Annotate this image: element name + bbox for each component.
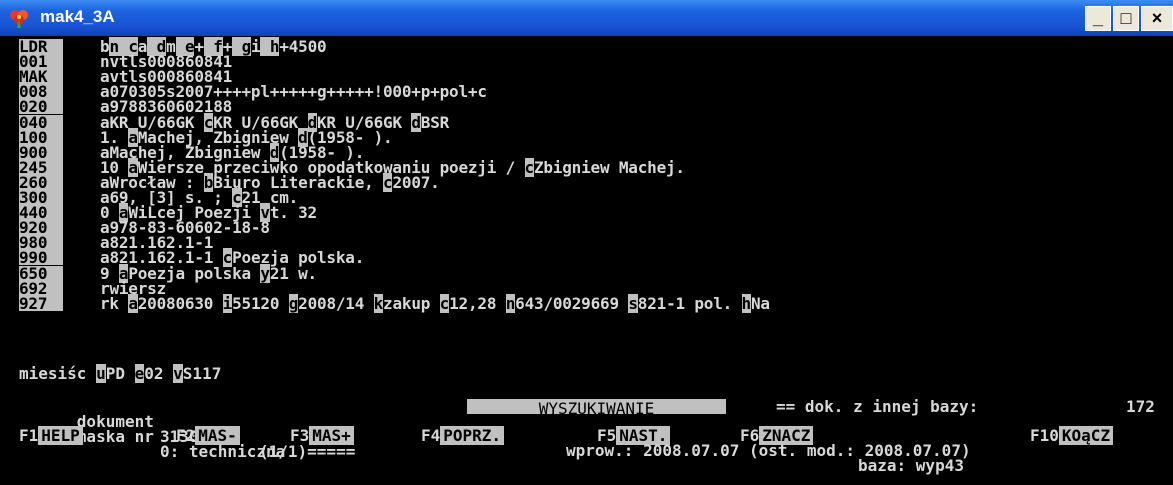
console-area[interactable]: LDR bn ca dm e+ f+ gi h+4500 001 nvtls00086…: [0, 36, 1173, 485]
subfield-text: 12,28: [449, 293, 506, 313]
subfield-code: u: [96, 364, 106, 383]
subfield-text: miesiśc: [19, 364, 97, 383]
fkey-f3[interactable]: F3 MAS+: [290, 426, 354, 445]
subfield-text: S117: [182, 364, 222, 383]
subfield-text: rk: [100, 293, 129, 313]
fkey-f1[interactable]: F1 HELP: [19, 426, 83, 445]
subfield-code: k: [373, 293, 384, 313]
fkey-key: F4: [421, 426, 441, 445]
subfield-text: 643/0029669: [515, 293, 629, 313]
fkey-label: KOąCZ: [1058, 426, 1114, 445]
subfield-text: Na: [750, 293, 770, 313]
other-db-value: 172: [1126, 397, 1155, 416]
window-title: mak4_3A: [40, 7, 115, 26]
subfield-text: PD: [105, 364, 135, 383]
console-window: mak4_3A _ □ × LDR bn ca dm e+ f+ gi h+450…: [0, 0, 1173, 485]
subfield-code: v: [173, 364, 183, 383]
fkey-key: F3: [290, 426, 310, 445]
fkey-label: POPRZ.: [440, 426, 505, 445]
subfield-text: zakup: [383, 293, 440, 313]
field-tag: 927: [19, 295, 63, 311]
fkey-key: F2: [176, 426, 196, 445]
other-db-label: == dok. z innej bazy:: [776, 397, 979, 416]
fkey-label: HELP: [38, 426, 83, 445]
subfield-text: 2008/14: [298, 293, 374, 313]
subfield-text: 55120: [232, 293, 289, 313]
app-flower-icon: [10, 10, 28, 28]
field-content: rk a20080630 i55120 g2008/14 kzakup c12,…: [100, 293, 770, 313]
subfield-code: i: [222, 293, 233, 313]
subfield-code: e: [134, 364, 145, 383]
maximize-button[interactable]: □: [1113, 6, 1139, 31]
fkey-f4[interactable]: F4 POPRZ.: [421, 426, 505, 445]
subfield-code: g: [288, 293, 299, 313]
fkey-f2[interactable]: F2 MAS-: [176, 426, 240, 445]
title-bar[interactable]: mak4_3A _ □ ×: [0, 0, 1173, 36]
subfield-code: n: [505, 293, 516, 313]
subfield-code: a: [128, 293, 138, 313]
subfield-text: 02: [144, 364, 174, 383]
marc-field-row[interactable]: 650 9 aPoezja polska y21 w.: [19, 263, 1169, 283]
field-continuation: miesiśc uPD e02 vS117: [19, 364, 222, 383]
subfield-text: 821-1 pol.: [637, 293, 742, 313]
subfield-text: 20080630: [137, 293, 223, 313]
base-line: baza: wyp43: [858, 456, 964, 475]
minimize-button[interactable]: _: [1085, 6, 1111, 31]
fkey-key: F10: [1030, 426, 1059, 445]
mode-indicator: WYSZUKIWANIE: [467, 399, 726, 418]
close-button[interactable]: ×: [1141, 6, 1173, 31]
fkey-key: F1: [19, 426, 39, 445]
subfield-code: s: [628, 293, 638, 313]
fkey-label: MAS-: [195, 426, 240, 445]
fkey-label: MAS+: [309, 426, 354, 445]
subfield-code: c: [439, 293, 450, 313]
fkey-f10[interactable]: F10 KOąCZ: [1030, 426, 1114, 445]
marc-field-row[interactable]: 927 rk a20080630 i55120 g2008/14 kzakup c…: [19, 293, 1169, 313]
mask-value: 0: techniczna: [160, 442, 286, 461]
subfield-code: h: [741, 293, 751, 313]
